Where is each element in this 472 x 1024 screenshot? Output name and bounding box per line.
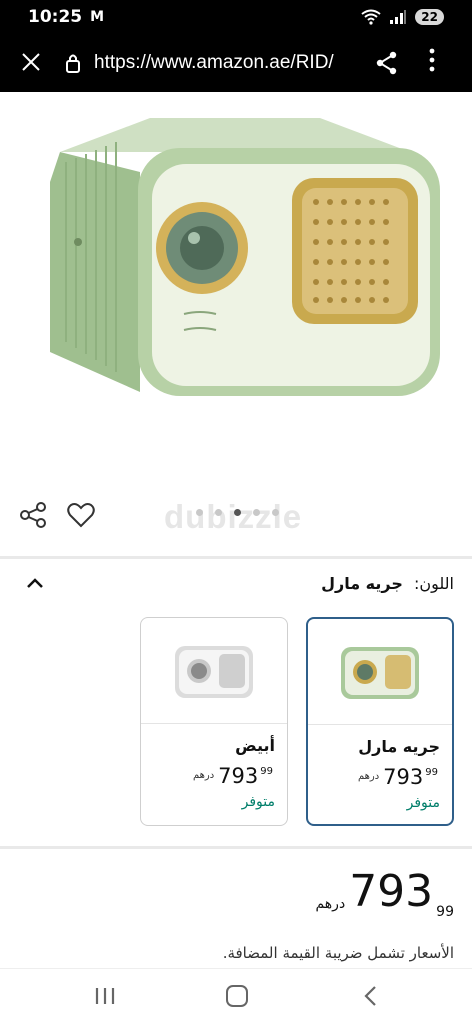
chevron-up-icon[interactable]	[24, 572, 46, 594]
browser-toolbar: https://www.amazon.ae/RID/	[0, 34, 472, 92]
color-label-value: جريه مارل	[321, 574, 403, 593]
gallery-dot[interactable]	[215, 509, 222, 516]
wifi-icon	[361, 9, 381, 25]
status-icons: 22	[361, 9, 444, 25]
gallery-dot[interactable]	[272, 509, 279, 516]
color-label-key: اللون:	[413, 574, 454, 593]
more-vert-icon[interactable]	[424, 48, 440, 72]
swatch-thumbnail	[141, 618, 287, 724]
home-icon[interactable]	[226, 985, 248, 1007]
color-header: اللون: جريه مارل	[0, 568, 472, 604]
color-option-white[interactable]: أبيض درهم 793 99 متوفر	[140, 617, 288, 826]
selected-color-label: اللون: جريه مارل	[321, 574, 454, 593]
lock-icon	[58, 53, 88, 73]
status-time: 10:25	[28, 7, 83, 27]
section-divider	[0, 556, 472, 559]
color-option-green[interactable]: جريه مارل درهم 793 99 متوفر	[306, 617, 454, 826]
product-price: درهم 793 99	[315, 866, 454, 921]
recent-apps-icon[interactable]	[94, 986, 116, 1006]
swatch-thumbnail	[308, 619, 452, 725]
address-bar[interactable]: https://www.amazon.ae/RID/	[94, 52, 352, 74]
share-icon[interactable]	[376, 51, 398, 75]
gallery-dot[interactable]	[253, 509, 260, 516]
status-bar: 10:25 M 22	[0, 0, 472, 34]
gallery-actions: dubizzle	[0, 492, 472, 548]
swatch-name: جريه مارل	[358, 737, 440, 756]
price-currency: درهم	[315, 896, 346, 912]
watermark: dubizzle	[164, 498, 303, 535]
close-icon[interactable]	[22, 50, 58, 76]
vat-note: الأسعار تشمل ضريبة القيمة المضافة.	[222, 944, 454, 962]
signal-icon	[390, 10, 407, 24]
section-divider	[0, 846, 472, 849]
gallery-dots	[196, 509, 279, 516]
price-fraction: 99	[436, 904, 454, 920]
back-icon[interactable]	[362, 984, 378, 1008]
stock-status: متوفر	[241, 794, 275, 810]
battery-indicator: 22	[415, 9, 444, 25]
stock-status: متوفر	[406, 795, 440, 811]
swatch-price: درهم 793 99	[357, 765, 438, 789]
gmail-icon: M	[90, 9, 105, 25]
heart-icon[interactable]	[66, 500, 96, 530]
product-image[interactable]	[0, 92, 472, 492]
price-integer: 793	[349, 866, 434, 917]
swatch-name: أبيض	[235, 736, 275, 755]
share-icon[interactable]	[18, 500, 48, 530]
swatch-price: درهم 793 99	[192, 764, 273, 788]
gallery-dot[interactable]	[196, 509, 203, 516]
gallery-dot-active[interactable]	[234, 509, 241, 516]
system-nav-bar	[0, 968, 472, 1024]
